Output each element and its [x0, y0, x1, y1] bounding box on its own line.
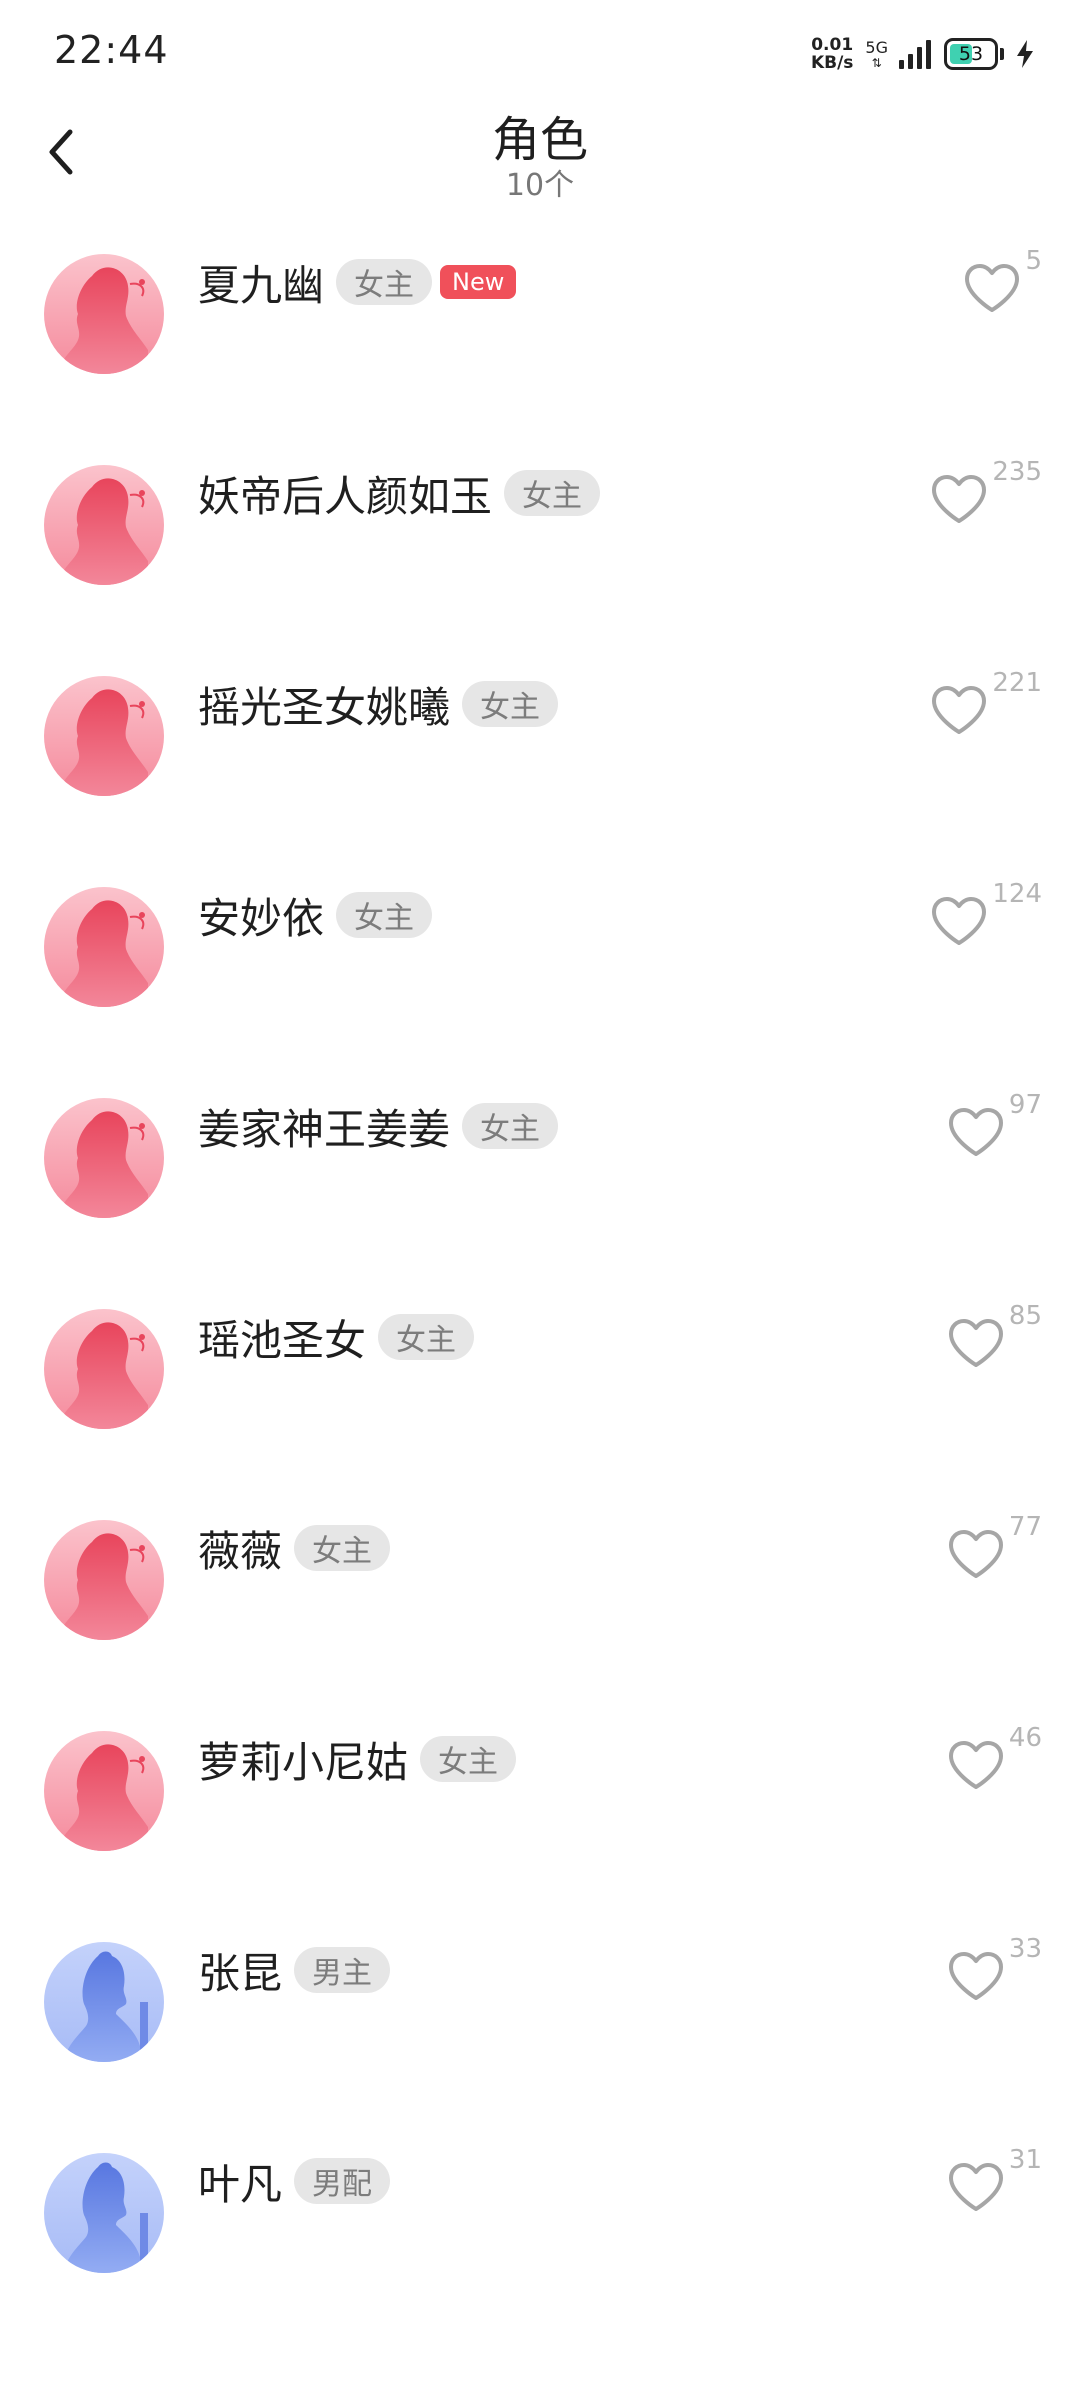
role-tag: 女主 [294, 1525, 391, 1571]
data-arrows-icon: ⇅ [871, 56, 882, 70]
like-button[interactable]: 46 [947, 1723, 1042, 1803]
character-avatar[interactable] [44, 1309, 164, 1429]
character-avatar[interactable] [44, 676, 164, 796]
character-row[interactable]: 姜家神王姜姜 女主 97 [0, 1076, 1080, 1287]
role-tag: 男主 [294, 1947, 391, 1993]
heart-icon [932, 686, 987, 734]
character-count: 10个 [505, 168, 575, 203]
like-button[interactable]: 124 [930, 879, 1042, 959]
character-avatar[interactable] [44, 1520, 164, 1640]
character-name-line: 妖帝后人颜如玉 女主 [198, 465, 601, 521]
role-tag: 女主 [336, 892, 433, 938]
like-button[interactable]: 31 [947, 2145, 1042, 2225]
heart-icon [965, 264, 1020, 312]
heart-icon [948, 2163, 1003, 2211]
character-name-line: 萝莉小尼姑 女主 [198, 1731, 517, 1787]
character-avatar[interactable] [44, 887, 164, 1007]
like-count: 235 [992, 457, 1042, 487]
role-tag: 女主 [504, 470, 601, 516]
character-name: 叶凡 [198, 2159, 283, 2209]
battery-icon: 53 [944, 38, 998, 70]
like-count: 31 [1008, 2145, 1042, 2175]
role-tag: 女主 [378, 1314, 475, 1360]
character-name-line: 张昆 男主 [198, 1942, 391, 1998]
like-count: 85 [1008, 1301, 1042, 1331]
role-tag: 女主 [420, 1736, 517, 1782]
character-name-line: 夏九幽 女主 New [198, 254, 517, 310]
page-header: 角色 10个 [0, 100, 1080, 220]
like-button[interactable]: 97 [947, 1090, 1042, 1170]
character-name: 张昆 [198, 1948, 283, 1998]
character-row[interactable]: 瑶池圣女 女主 85 [0, 1287, 1080, 1498]
like-count: 46 [1008, 1723, 1042, 1753]
character-row[interactable]: 薇薇 女主 77 [0, 1498, 1080, 1709]
character-avatar[interactable] [44, 1098, 164, 1218]
network-speed-unit: KB/s [810, 53, 854, 73]
role-tag: 男配 [294, 2158, 391, 2204]
character-row[interactable]: 萝莉小尼姑 女主 46 [0, 1709, 1080, 1920]
battery-level: 53 [958, 43, 984, 65]
character-name-line: 薇薇 女主 [198, 1520, 391, 1576]
character-row[interactable]: 张昆 男主 33 [0, 1920, 1080, 2131]
character-avatar[interactable] [44, 1942, 164, 2062]
heart-icon [948, 1530, 1003, 1578]
character-row[interactable]: 叶凡 男配 31 [0, 2131, 1080, 2342]
character-name: 瑶池圣女 [198, 1315, 367, 1365]
like-button[interactable]: 33 [947, 1934, 1042, 2014]
character-name-line: 摇光圣女姚曦 女主 [198, 676, 559, 732]
like-button[interactable]: 5 [963, 246, 1042, 326]
network-type: 5G ⇅ [865, 38, 888, 70]
role-tag: 女主 [462, 681, 559, 727]
battery-cap [1000, 48, 1004, 60]
character-name: 夏九幽 [198, 260, 325, 310]
character-avatar[interactable] [44, 254, 164, 374]
heart-icon [948, 1741, 1003, 1789]
heart-icon [948, 1319, 1003, 1367]
role-tag: 女主 [462, 1103, 559, 1149]
character-name-line: 姜家神王姜姜 女主 [198, 1098, 559, 1154]
character-list: 夏九幽 女主 New 5 妖帝后人颜如玉 女主 235 摇光圣女姚曦 女主 221 安妙依 女主 124… [0, 232, 1080, 2342]
like-count: 221 [992, 668, 1042, 698]
character-name: 姜家神王姜姜 [198, 1104, 451, 1154]
network-speed: 0.01 KB/s [811, 36, 853, 72]
character-row[interactable]: 妖帝后人颜如玉 女主 235 [0, 443, 1080, 654]
like-count: 97 [1008, 1090, 1042, 1120]
heart-icon [948, 1952, 1003, 2000]
character-row[interactable]: 夏九幽 女主 New 5 [0, 232, 1080, 443]
like-count: 5 [1025, 246, 1042, 276]
charging-icon [1017, 40, 1033, 68]
character-row[interactable]: 安妙依 女主 124 [0, 865, 1080, 1076]
like-count: 124 [992, 879, 1042, 909]
character-name-line: 瑶池圣女 女主 [198, 1309, 475, 1365]
heart-icon [948, 1108, 1003, 1156]
network-type-label: 5G [865, 38, 888, 57]
character-name: 妖帝后人颜如玉 [198, 471, 493, 521]
character-avatar[interactable] [44, 1731, 164, 1851]
character-avatar[interactable] [44, 465, 164, 585]
character-name-line: 叶凡 男配 [198, 2153, 391, 2209]
character-avatar[interactable] [44, 2153, 164, 2273]
like-count: 33 [1008, 1934, 1042, 1964]
heart-icon [932, 475, 987, 523]
character-name: 薇薇 [198, 1526, 283, 1576]
like-button[interactable]: 235 [930, 457, 1042, 537]
status-icons: 0.01 KB/s 5G ⇅ 53 [811, 30, 1036, 78]
status-time: 22:44 [54, 28, 169, 72]
new-badge: New [440, 265, 517, 299]
like-count: 77 [1008, 1512, 1042, 1542]
character-name: 萝莉小尼姑 [198, 1737, 409, 1787]
status-bar: 22:44 0.01 KB/s 5G ⇅ 53 [0, 0, 1080, 100]
character-name-line: 安妙依 女主 [198, 887, 433, 943]
like-button[interactable]: 85 [947, 1301, 1042, 1381]
character-name: 摇光圣女姚曦 [198, 682, 451, 732]
like-button[interactable]: 77 [947, 1512, 1042, 1592]
character-row[interactable]: 摇光圣女姚曦 女主 221 [0, 654, 1080, 865]
signal-icon [899, 40, 931, 69]
character-name: 安妙依 [198, 893, 325, 943]
role-tag: 女主 [336, 259, 433, 305]
like-button[interactable]: 221 [930, 668, 1042, 748]
network-speed-value: 0.01 [811, 35, 854, 55]
heart-icon [932, 897, 987, 945]
